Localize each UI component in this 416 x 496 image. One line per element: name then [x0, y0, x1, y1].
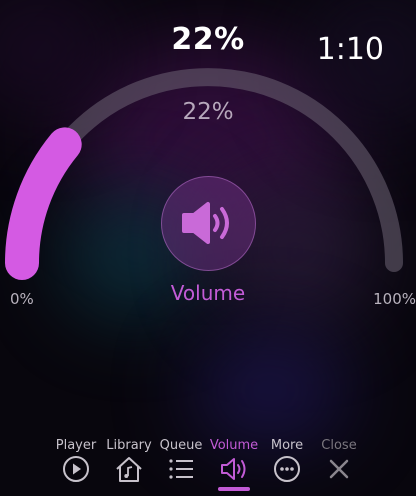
speaker-icon — [221, 458, 246, 480]
list-icon — [169, 459, 193, 479]
tab-bar: Player Library Queue Volume More Close — [0, 434, 416, 496]
tab-close[interactable]: Close — [309, 434, 369, 496]
volume-arc-fill[interactable] — [5, 127, 82, 280]
play-circle-icon — [63, 456, 89, 482]
arc-volume-percent: 22% — [182, 99, 234, 125]
tab-label: Close — [321, 438, 357, 453]
mute-toggle-button[interactable] — [161, 176, 256, 271]
speaker-icon — [182, 202, 229, 244]
volume-label: Volume — [170, 281, 246, 305]
home-music-icon — [116, 457, 142, 482]
more-circle-icon — [274, 456, 300, 482]
close-icon — [329, 459, 349, 479]
active-tab-indicator — [218, 487, 250, 491]
